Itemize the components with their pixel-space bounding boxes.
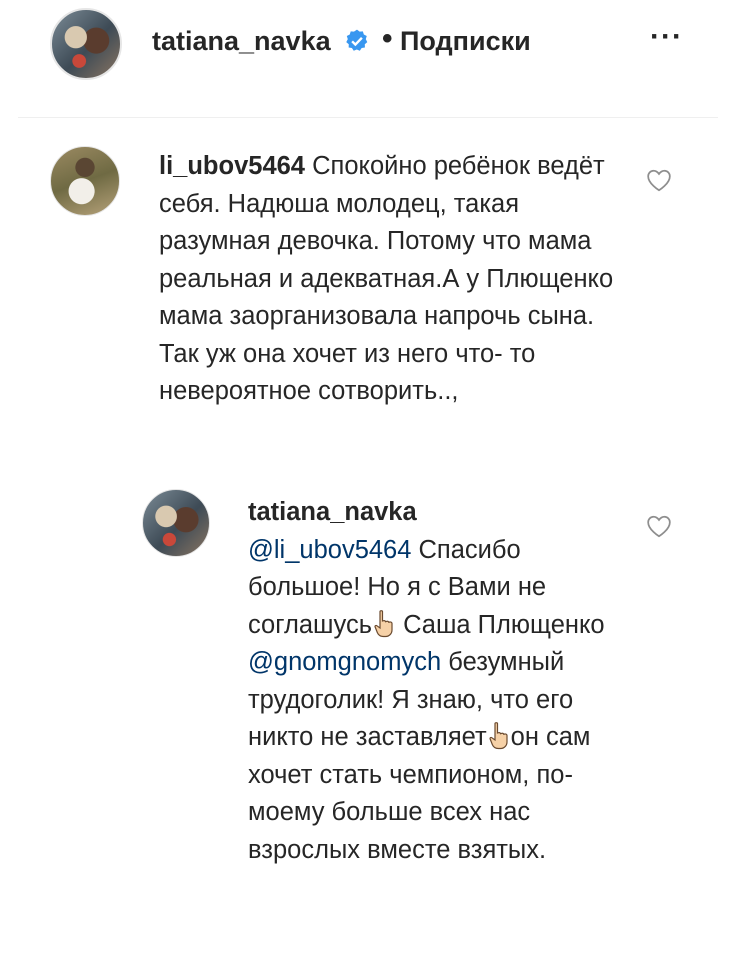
commenter-avatar[interactable] bbox=[50, 146, 120, 216]
comment: li_ubov5464 Спокойно ребёнок ведёт себя.… bbox=[159, 148, 619, 411]
comment-username[interactable]: li_ubov5464 bbox=[159, 152, 305, 180]
heart-outline-icon[interactable] bbox=[646, 168, 672, 192]
author-avatar[interactable] bbox=[50, 8, 122, 80]
author-username[interactable]: tatiana_navka bbox=[152, 26, 331, 57]
pointing-hand-emoji-icon bbox=[489, 722, 508, 750]
more-options-button[interactable]: ··· bbox=[650, 20, 683, 54]
comment-text: Спокойно ребёнок ведёт себя. Надюша моло… bbox=[159, 152, 614, 405]
header-separator: • bbox=[382, 22, 393, 55]
reply-mention[interactable]: @li_ubov5464 bbox=[248, 536, 411, 564]
reply-username[interactable]: tatiana_navka bbox=[248, 494, 618, 532]
reply-comment: tatiana_navka @li_ubov5464 Спасибо больш… bbox=[248, 494, 618, 869]
verified-badge-icon bbox=[346, 29, 368, 51]
reply-author-avatar[interactable] bbox=[142, 489, 210, 557]
post-header: tatiana_navka • Подписки ··· bbox=[0, 0, 730, 118]
following-button[interactable]: Подписки bbox=[400, 26, 531, 57]
reply-mention[interactable]: @gnomgnomych bbox=[248, 648, 441, 676]
pointing-hand-emoji-icon bbox=[374, 609, 393, 637]
reply-text: Саша Плющенко bbox=[403, 610, 605, 639]
heart-outline-icon[interactable] bbox=[646, 514, 672, 538]
header-divider bbox=[18, 117, 718, 118]
